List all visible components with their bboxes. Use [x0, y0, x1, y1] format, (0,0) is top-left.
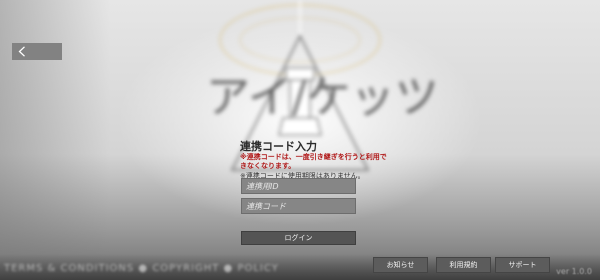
background-bottom-text: TERMS & CONDITIONS ● COPYRIGHT ● POLICY — [4, 263, 279, 274]
panel-title: 連携コード入力 — [240, 140, 317, 153]
support-button[interactable]: サポート — [495, 257, 550, 273]
warning-notice: ※連携コードは、一度引き継ぎを行うと利用できなくなります。 — [240, 153, 387, 170]
login-button[interactable]: ログイン — [241, 231, 356, 245]
link-code-input[interactable] — [241, 198, 356, 214]
background-corner-text: ver 1.0.0 — [556, 267, 592, 276]
background-logo: アイ/ケッツ — [206, 72, 439, 123]
terms-button[interactable]: 利用規約 — [436, 257, 491, 273]
chevron-left-icon — [18, 46, 26, 57]
background-shade — [0, 0, 110, 280]
login-screen: アイ/ケッツ TERMS & CONDITIONS ● COPYRIGHT ● … — [0, 0, 600, 280]
back-button[interactable] — [12, 43, 62, 60]
news-button[interactable]: お知らせ — [373, 257, 428, 273]
link-id-input[interactable] — [241, 178, 356, 194]
